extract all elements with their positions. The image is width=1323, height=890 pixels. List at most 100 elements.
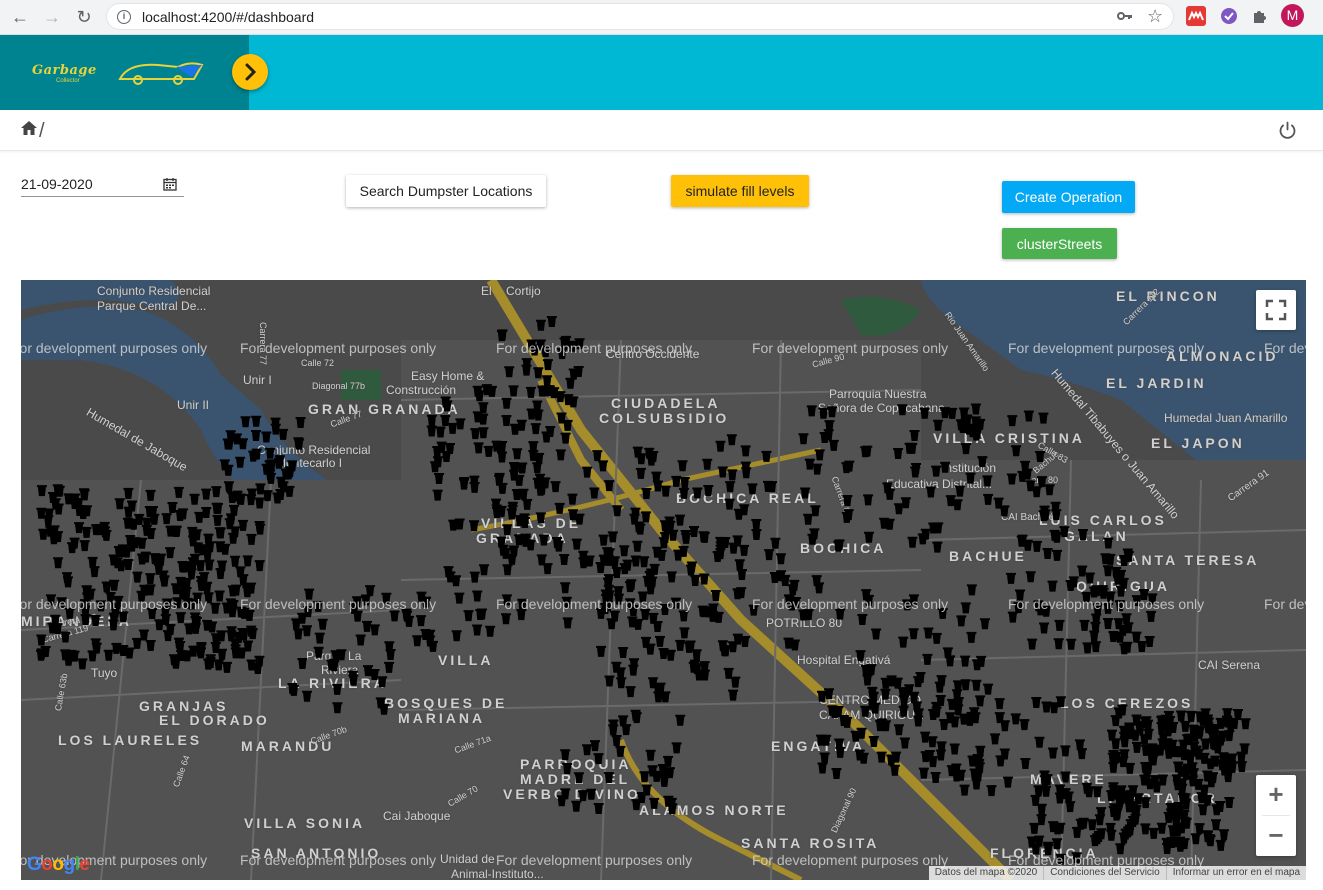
dumpster-marker[interactable] [893, 724, 904, 736]
dumpster-marker[interactable] [165, 547, 176, 559]
dumpster-marker[interactable] [952, 499, 963, 511]
dumpster-marker[interactable] [632, 540, 643, 552]
dumpster-marker[interactable] [679, 477, 690, 489]
dumpster-marker[interactable] [850, 730, 861, 742]
dumpster-marker[interactable] [982, 475, 993, 487]
dumpster-marker[interactable] [699, 573, 710, 585]
dumpster-marker[interactable] [250, 429, 261, 441]
dumpster-marker[interactable] [1103, 618, 1114, 630]
dumpster-marker[interactable] [842, 716, 853, 728]
dumpster-marker[interactable] [751, 529, 762, 541]
dumpster-marker[interactable] [132, 571, 143, 583]
dumpster-marker[interactable] [365, 585, 376, 597]
dumpster-marker[interactable] [807, 533, 818, 545]
star-icon[interactable]: ☆ [1147, 6, 1163, 27]
dumpster-marker[interactable] [1044, 484, 1055, 496]
dumpster-marker[interactable] [1027, 638, 1038, 650]
dumpster-marker[interactable] [931, 632, 942, 644]
dumpster-marker[interactable] [573, 772, 584, 784]
dumpster-marker[interactable] [665, 649, 676, 661]
dumpster-marker[interactable] [1108, 761, 1119, 773]
dumpster-marker[interactable] [355, 634, 366, 646]
dumpster-marker[interactable] [1020, 758, 1031, 770]
dumpster-marker[interactable] [660, 485, 671, 497]
dumpster-marker[interactable] [812, 463, 823, 475]
dumpster-marker[interactable] [508, 385, 519, 397]
dumpster-marker[interactable] [679, 627, 690, 639]
dumpster-marker[interactable] [1079, 619, 1090, 631]
date-field[interactable] [21, 176, 161, 192]
dumpster-marker[interactable] [999, 720, 1010, 732]
dumpster-marker[interactable] [228, 532, 239, 544]
address-bar[interactable]: i localhost:4200/#/dashboard ☆ [106, 3, 1174, 30]
dumpster-marker[interactable] [828, 439, 839, 451]
dumpster-marker[interactable] [740, 445, 751, 457]
dumpster-marker[interactable] [930, 772, 941, 784]
dumpster-marker[interactable] [430, 461, 441, 473]
dumpster-marker[interactable] [501, 397, 512, 409]
dumpster-marker[interactable] [238, 519, 249, 531]
dumpster-marker[interactable] [533, 367, 544, 379]
dumpster-marker[interactable] [432, 446, 443, 458]
dumpster-marker[interactable] [645, 749, 656, 761]
dumpster-marker[interactable] [608, 724, 619, 736]
dumpster-marker[interactable] [1038, 412, 1049, 424]
dumpster-marker[interactable] [995, 755, 1006, 767]
dumpster-marker[interactable] [897, 404, 908, 416]
dumpster-marker[interactable] [675, 514, 686, 526]
dumpster-marker[interactable] [389, 610, 400, 622]
dumpster-marker[interactable] [611, 566, 622, 578]
dumpster-marker[interactable] [927, 736, 938, 748]
dumpster-marker[interactable] [671, 742, 682, 754]
dumpster-marker[interactable] [246, 494, 257, 506]
dumpster-marker[interactable] [611, 734, 622, 746]
dumpster-marker[interactable] [215, 568, 226, 580]
dumpster-marker[interactable] [949, 716, 960, 728]
dumpster-marker[interactable] [789, 639, 800, 651]
key-icon[interactable] [1117, 9, 1133, 26]
dumpster-marker[interactable] [1031, 697, 1042, 709]
dumpster-marker[interactable] [899, 737, 910, 749]
dumpster-marker[interactable] [550, 481, 561, 493]
power-icon[interactable] [1278, 121, 1297, 140]
dumpster-marker[interactable] [442, 400, 453, 412]
dumpster-marker[interactable] [604, 675, 615, 687]
dumpster-marker[interactable] [246, 533, 257, 545]
dumpster-marker[interactable] [261, 431, 272, 443]
dumpster-marker[interactable] [1146, 610, 1157, 622]
dumpster-marker[interactable] [919, 407, 930, 419]
dumpster-marker[interactable] [556, 795, 567, 807]
dumpster-marker[interactable] [1200, 738, 1211, 750]
dumpster-marker[interactable] [593, 802, 604, 814]
dumpster-marker[interactable] [966, 584, 977, 596]
dumpster-marker[interactable] [1031, 540, 1042, 552]
dumpster-marker[interactable] [538, 534, 549, 546]
dumpster-marker[interactable] [332, 702, 343, 714]
dumpster-marker[interactable] [1002, 776, 1013, 788]
dumpster-marker[interactable] [910, 466, 921, 478]
dumpster-marker[interactable] [710, 589, 721, 601]
dumpster-marker[interactable] [109, 579, 120, 591]
dumpster-marker[interactable] [1051, 838, 1062, 850]
puzzle-icon[interactable] [1250, 6, 1270, 26]
dumpster-marker[interactable] [1047, 747, 1058, 759]
dumpster-marker[interactable] [541, 431, 552, 443]
dumpster-marker[interactable] [542, 359, 553, 371]
dumpster-marker[interactable] [630, 555, 641, 567]
dumpster-markers-layer[interactable] [21, 280, 1306, 880]
dumpster-marker[interactable] [89, 566, 100, 578]
dumpster-marker[interactable] [733, 508, 744, 520]
dumpster-marker[interactable] [145, 573, 156, 585]
dumpster-marker[interactable] [1041, 701, 1052, 713]
dumpster-marker[interactable] [892, 677, 903, 689]
dumpster-marker[interactable] [530, 423, 541, 435]
dumpster-marker[interactable] [497, 451, 508, 463]
dumpster-marker[interactable] [857, 613, 868, 625]
dumpster-marker[interactable] [124, 647, 135, 659]
dumpster-marker[interactable] [447, 422, 458, 434]
dumpster-marker[interactable] [473, 442, 484, 454]
dumpster-marker[interactable] [761, 450, 772, 462]
dumpster-marker[interactable] [589, 740, 600, 752]
dumpster-marker[interactable] [960, 602, 971, 614]
dumpster-marker[interactable] [798, 433, 809, 445]
